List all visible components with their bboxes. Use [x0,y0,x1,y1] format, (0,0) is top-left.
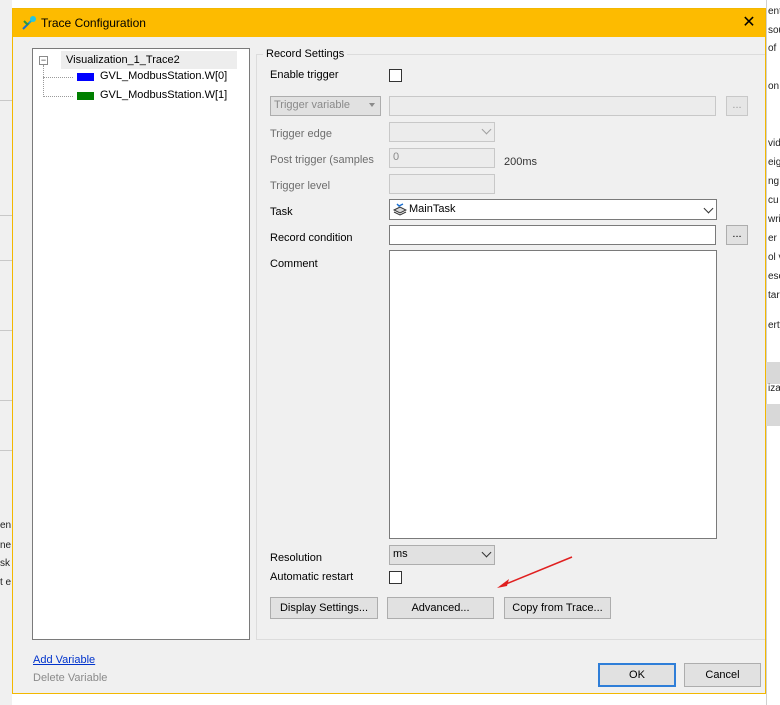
collapse-icon[interactable]: − [39,56,48,65]
record-condition-browse-button[interactable]: ... [726,225,748,245]
trigger-level-input[interactable] [389,174,495,194]
post-trigger-label: Post trigger (samples [270,154,374,166]
background-divider [0,100,12,101]
background-text: t e [0,577,12,588]
dropdown-arrow-icon [369,103,375,107]
post-trigger-suffix: 200ms [504,156,538,168]
background-divider [0,260,12,261]
background-text: eig [768,157,780,168]
background-app-right [766,0,780,705]
resolution-value: ms [393,548,408,560]
background-text: sou [768,25,780,36]
cancel-button[interactable]: Cancel [684,663,761,687]
display-settings-button[interactable]: Display Settings... [270,597,378,619]
tree-root-label: Visualization_1_Trace2 [66,54,180,66]
window-title: Trace Configuration [41,16,146,30]
background-band [766,404,780,426]
title-bar[interactable]: Trace Configuration ✕ [13,9,765,37]
enable-trigger-label: Enable trigger [270,69,339,81]
record-condition-input[interactable] [389,225,716,245]
variable-label: GVL_ModbusStation.W[0] [100,70,228,82]
resolution-combo[interactable]: ms [389,545,495,565]
copy-from-trace-button[interactable]: Copy from Trace... [504,597,611,619]
background-app-left [0,0,12,705]
background-divider [0,400,12,401]
delete-variable-link[interactable]: Delete Variable [33,672,107,684]
background-text: vidt [768,138,780,149]
background-text: on [768,81,780,92]
variable-tree[interactable]: − Visualization_1_Trace2 GVL_ModbusStati… [32,48,250,640]
trigger-variable-text: Trigger variable [274,99,351,111]
background-text: esc [768,271,780,282]
background-divider [0,330,12,331]
tree-connector [43,96,73,97]
trigger-variable-browse-button[interactable]: ... [726,96,748,116]
ok-button[interactable]: OK [598,663,676,687]
background-divider [0,450,12,451]
resolution-label: Resolution [270,552,322,564]
tree-connector [43,77,73,78]
enable-trigger-checkbox[interactable] [389,69,402,82]
record-condition-label: Record condition [270,232,353,244]
background-text: ng [768,176,780,187]
background-text: izat [768,383,780,394]
chevron-down-icon [481,124,492,135]
close-button[interactable]: ✕ [737,11,761,35]
background-band [766,362,780,384]
background-text: en [0,520,12,531]
color-swatch [77,92,94,100]
trigger-variable-combo[interactable]: Trigger variable [270,96,381,116]
color-swatch [77,73,94,81]
comment-textarea[interactable] [389,250,717,539]
task-combo[interactable]: MainTask [389,199,717,220]
background-text: erty [768,320,780,331]
trace-configuration-dialog: Trace Configuration ✕ − Visualization_1_… [12,8,766,694]
trigger-level-label: Trigger level [270,180,331,192]
tree-connector [43,65,44,97]
variable-label: GVL_ModbusStation.W[1] [100,89,228,101]
trigger-edge-label: Trigger edge [270,128,332,140]
task-icon [393,203,407,216]
task-label: Task [270,206,293,218]
tree-root-trace[interactable]: Visualization_1_Trace2 [61,51,237,69]
background-text: ent [768,6,780,17]
background-text: sk [0,558,10,569]
trigger-edge-combo[interactable] [389,122,495,142]
post-trigger-input[interactable]: 0 [389,148,495,168]
advanced-button[interactable]: Advanced... [387,597,494,619]
comment-label: Comment [270,258,318,270]
background-text: cu [768,195,779,206]
background-text: er [768,233,777,244]
chevron-down-icon [703,203,714,214]
background-divider [0,215,12,216]
annotation-arrow-icon [497,556,573,588]
automatic-restart-checkbox[interactable] [389,571,402,584]
task-value: MainTask [409,203,456,215]
background-text: ol v [768,252,780,263]
trigger-variable-input[interactable] [389,96,716,116]
automatic-restart-label: Automatic restart [270,571,354,583]
background-text: tar [768,290,780,301]
trace-icon [22,16,36,30]
background-text: wri [768,214,780,225]
add-variable-link[interactable]: Add Variable [33,654,95,666]
background-text: ne [0,540,12,551]
background-text: of [768,43,777,54]
record-settings-title: Record Settings [263,48,348,60]
